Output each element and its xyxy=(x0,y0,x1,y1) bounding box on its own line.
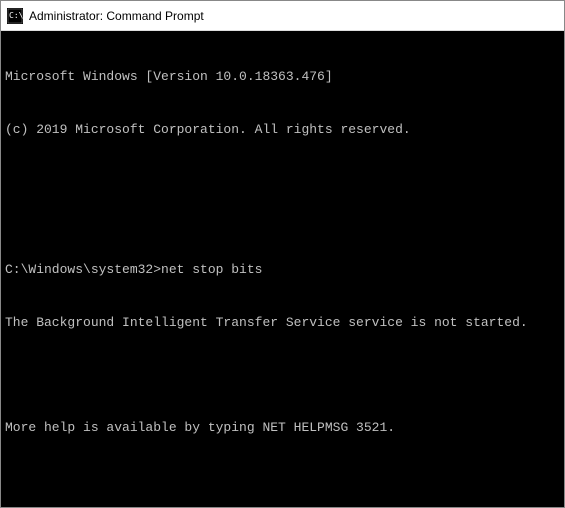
blank-line xyxy=(5,366,560,384)
banner-line: Microsoft Windows [Version 10.0.18363.47… xyxy=(5,68,560,86)
titlebar[interactable]: C:\ Administrator: Command Prompt xyxy=(1,1,564,31)
output-line: More help is available by typing NET HEL… xyxy=(5,419,560,437)
command-text: net stop bits xyxy=(161,262,262,277)
prompt-text: C:\Windows\system32> xyxy=(5,262,161,277)
terminal-output[interactable]: Microsoft Windows [Version 10.0.18363.47… xyxy=(1,31,564,507)
output-line: The Background Intelligent Transfer Serv… xyxy=(5,314,560,332)
svg-text:C:\: C:\ xyxy=(9,11,23,20)
cmd-icon: C:\ xyxy=(7,8,23,24)
command-line: C:\Windows\system32>net stop bits xyxy=(5,261,560,279)
blank-line xyxy=(5,173,560,191)
banner-line: (c) 2019 Microsoft Corporation. All righ… xyxy=(5,121,560,139)
window-title: Administrator: Command Prompt xyxy=(29,9,204,23)
command-prompt-window: C:\ Administrator: Command Prompt Micros… xyxy=(0,0,565,508)
blank-line xyxy=(5,472,560,490)
